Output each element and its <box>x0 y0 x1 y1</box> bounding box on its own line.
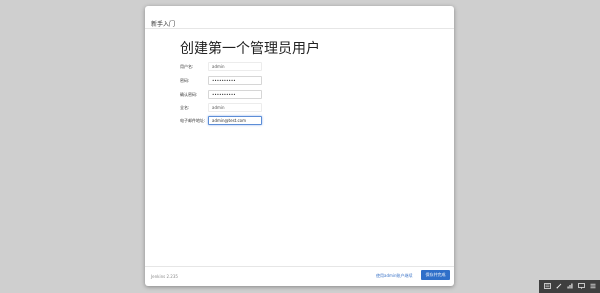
wizard-footer: Jenkins 2.235 使用admin账户继续 保存并完成 <box>145 266 454 286</box>
email-field[interactable] <box>208 116 262 125</box>
email-label: 电子邮件地址: <box>180 118 206 123</box>
menu-icon[interactable] <box>590 283 596 291</box>
wizard-header-title: 新手入门 <box>151 21 176 28</box>
password-label: 密码: <box>180 78 190 83</box>
save-and-finish-button[interactable]: 保存并完成 <box>421 270 450 280</box>
display-icon[interactable] <box>577 282 585 291</box>
confirm-password-label: 确认密码: <box>180 92 198 97</box>
taskbar-tray <box>539 280 600 293</box>
network-icon[interactable] <box>567 283 573 291</box>
setup-wizard-dialog: 新手入门 创建第一个管理员用户 用户名: 密码: 确认密码: 全名: 电子邮件地… <box>145 6 454 286</box>
full-name-field[interactable] <box>208 103 262 112</box>
wizard-header: 新手入门 <box>145 6 454 29</box>
password-field[interactable] <box>208 76 262 85</box>
username-field[interactable] <box>208 62 262 71</box>
use-admin-link[interactable]: 使用admin账户继续 <box>376 273 413 279</box>
keyboard-icon[interactable] <box>543 282 551 291</box>
username-label: 用户名: <box>180 64 194 69</box>
confirm-password-field[interactable] <box>208 90 262 99</box>
pen-icon[interactable] <box>556 283 562 291</box>
version-label: Jenkins 2.235 <box>151 274 178 279</box>
page-title: 创建第一个管理员用户 <box>180 41 320 57</box>
full-name-label: 全名: <box>180 105 190 110</box>
